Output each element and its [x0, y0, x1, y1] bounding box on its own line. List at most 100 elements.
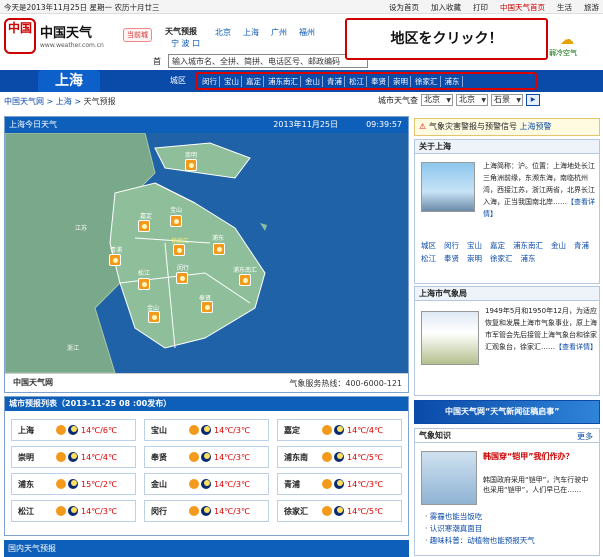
city-sub-label[interactable]: 宁 波 口 — [171, 38, 200, 49]
life-link[interactable]: 生活 — [557, 2, 572, 13]
sunny-icon[interactable] — [138, 278, 150, 290]
about-district-link[interactable]: 松江 — [421, 253, 436, 264]
forecast-cell[interactable]: 金山 14℃/3℃ — [144, 473, 269, 495]
moon-icon — [334, 452, 344, 462]
map-district-label: 青浦 — [110, 247, 123, 254]
knowledge-text: 韩国政府采用“铠甲”，汽车行驶中也采用“铠甲”，人们早已在…… — [483, 476, 589, 494]
district-link-chongming[interactable]: 崇明 — [391, 75, 411, 87]
about-district-link[interactable]: 宝山 — [467, 240, 482, 251]
city-search-input[interactable]: 输入城市名、全拼、简拼、电话区号、邮政编码 — [168, 54, 368, 68]
sunny-icon[interactable] — [148, 311, 160, 323]
about-district-links: 城区 闵行 宝山 嘉定 浦东南汇 金山 青浦 松江 奉贤 崇明 徐家汇 浦东 — [421, 240, 597, 264]
district-link-songjiang[interactable]: 松江 — [347, 75, 367, 87]
current-city-badge[interactable]: 当前城 — [123, 28, 152, 42]
forecast-cell[interactable]: 徐家汇 14℃/5℃ — [277, 500, 402, 522]
district-link-pudong[interactable]: 浦东 — [443, 75, 463, 87]
city-tab-guangzhou[interactable]: 广州 — [271, 27, 287, 38]
city-tab-fuzhou[interactable]: 福州 — [299, 27, 315, 38]
forecast-cell[interactable]: 宝山 14℃/3℃ — [144, 419, 269, 441]
city-tab-shanghai[interactable]: 上海 — [243, 27, 259, 38]
about-district-link[interactable]: 徐家汇 — [490, 253, 513, 264]
sunny-icon[interactable] — [201, 301, 213, 313]
district-link-jiading[interactable]: 嘉定 — [244, 75, 264, 87]
district-nav: 闵行 宝山 嘉定 浦东南汇 金山 青浦 松江 奉贤 崇明 徐家汇 浦东 — [195, 72, 537, 90]
city-tab-current[interactable]: 上海 — [38, 70, 100, 92]
district-link-baoshan[interactable]: 宝山 — [222, 75, 242, 87]
weather-knowledge-panel: 气象知识 更多 韩国穿“铠甲”我们作办？ 韩国政府采用“铠甲”，汽车行驶中也采用… — [414, 428, 600, 556]
news-banner[interactable]: 中国天气网“天气新闻征稿启事” — [414, 400, 600, 424]
sunny-icon[interactable] — [109, 254, 121, 266]
about-district-link[interactable]: 浦东 — [521, 253, 536, 264]
about-district-link[interactable]: 金山 — [551, 240, 566, 251]
about-district-link[interactable]: 城区 — [421, 240, 436, 251]
knowledge-photo-icon[interactable] — [421, 451, 477, 505]
bureau-title: 上海市气象局 — [415, 287, 599, 301]
city-tab-beijing[interactable]: 北京 — [215, 27, 231, 38]
bureau-more-link[interactable]: 【查看详情】 — [555, 343, 597, 351]
district-link-jinshan[interactable]: 金山 — [303, 75, 323, 87]
city-weather-lookup: 城市天气查 北京 北京 石景 ▶ — [378, 94, 540, 106]
lookup-go-button[interactable]: ▶ — [526, 94, 540, 106]
about-district-link[interactable]: 奉贤 — [444, 253, 459, 264]
sunny-icon — [56, 479, 66, 489]
district-link-pudongnanhui[interactable]: 浦东南汇 — [266, 75, 301, 87]
knowledge-title: 气象知识 — [419, 431, 451, 440]
knowledge-headline[interactable]: 韩国穿“铠甲”我们作办？ — [483, 451, 593, 462]
forecast-cell[interactable]: 嘉定 14℃/4℃ — [277, 419, 402, 441]
district-link-minhang[interactable]: 闵行 — [200, 75, 220, 87]
forecast-cell[interactable]: 闵行 14℃/3℃ — [144, 500, 269, 522]
map-footer: 中国天气网 气象服务热线：400-6000-121 — [5, 373, 408, 392]
breadcrumb-home[interactable]: 中国天气网 — [4, 97, 44, 106]
city-select[interactable]: 北京 — [456, 94, 488, 106]
shanghai-map[interactable]: 江苏 浙江 崇明 嘉定 宝山 青浦 徐家汇 浦东 松江 闵行 浦东南汇 金山 奉… — [5, 133, 408, 373]
breadcrumb-sep: > — [44, 97, 56, 106]
breadcrumb-city[interactable]: 上海 — [56, 97, 72, 106]
forecast-cell[interactable]: 浦东 15℃/2℃ — [11, 473, 136, 495]
forecast-cell[interactable]: 崇明 14℃/4℃ — [11, 446, 136, 468]
forecast-cell[interactable]: 浦东南 14℃/5℃ — [277, 446, 402, 468]
bureau-text: 1949年5月和1950年12月，为适应恢复和发展上海市气象事业，原上海市军管会… — [485, 305, 597, 353]
about-district-link[interactable]: 闵行 — [444, 240, 459, 251]
forecast-cell[interactable]: 奉贤 14℃/3℃ — [144, 446, 269, 468]
sunny-icon[interactable] — [185, 159, 197, 171]
domestic-forecast-header[interactable]: 国内天气预报 — [4, 540, 409, 557]
province-select[interactable]: 北京 — [421, 94, 453, 106]
weather-home-link[interactable]: 中国天气首页 — [500, 2, 545, 13]
district-link-fengxian[interactable]: 奉贤 — [369, 75, 389, 87]
sunny-icon[interactable] — [213, 243, 225, 255]
about-district-link[interactable]: 青浦 — [574, 240, 589, 251]
site-logo[interactable]: 中国 中国天气 www.weather.com.cn — [4, 18, 114, 54]
knowledge-item[interactable]: 趣味科普：动植物也能预报天气 — [425, 535, 535, 547]
district-select[interactable]: 石景 — [491, 94, 523, 106]
bureau-building-image-icon — [421, 311, 479, 365]
area-label[interactable]: 城区 — [170, 75, 186, 86]
travel-link[interactable]: 旅游 — [584, 2, 599, 13]
knowledge-list: 雾霾也能当饭吃 认识寒潮真面目 趣味科普：动植物也能预报天气 — [425, 511, 535, 547]
knowledge-item[interactable]: 认识寒潮真面目 — [425, 523, 535, 535]
about-district-link[interactable]: 崇明 — [467, 253, 482, 264]
sunny-icon[interactable] — [138, 220, 150, 232]
service-hotline: 气象服务热线：400-6000-121 — [289, 379, 402, 388]
about-district-link[interactable]: 浦东南汇 — [513, 240, 543, 251]
about-district-link[interactable]: 嘉定 — [490, 240, 505, 251]
print-link[interactable]: 打印 — [473, 2, 488, 13]
forecast-cell[interactable]: 松江 14℃/3℃ — [11, 500, 136, 522]
sunny-icon[interactable] — [173, 244, 185, 256]
forecast-label: 天气预报 — [165, 27, 197, 36]
sunny-icon[interactable] — [170, 215, 182, 227]
district-link-xujiahui[interactable]: 徐家汇 — [413, 75, 441, 87]
forecast-cell[interactable]: 上海 14℃/6℃ — [11, 419, 136, 441]
add-favorite-link[interactable]: 加入收藏 — [431, 2, 461, 13]
moon-icon — [68, 452, 78, 462]
forecast-cell[interactable]: 青浦 14℃/3℃ — [277, 473, 402, 495]
map-label-jiangsu: 江苏 — [75, 225, 88, 232]
set-homepage-link[interactable]: 设为首页 — [389, 2, 419, 13]
shanghai-warning-link[interactable]: 上海预警 — [520, 122, 552, 131]
knowledge-more-link[interactable]: 更多 — [577, 430, 593, 444]
lookup-label: 城市天气查 — [378, 95, 418, 105]
knowledge-item[interactable]: 雾霾也能当饭吃 — [425, 511, 535, 523]
district-link-qingpu[interactable]: 青浦 — [325, 75, 345, 87]
moon-icon — [68, 425, 78, 435]
sunny-icon[interactable] — [239, 274, 251, 286]
sunny-icon[interactable] — [176, 272, 188, 284]
